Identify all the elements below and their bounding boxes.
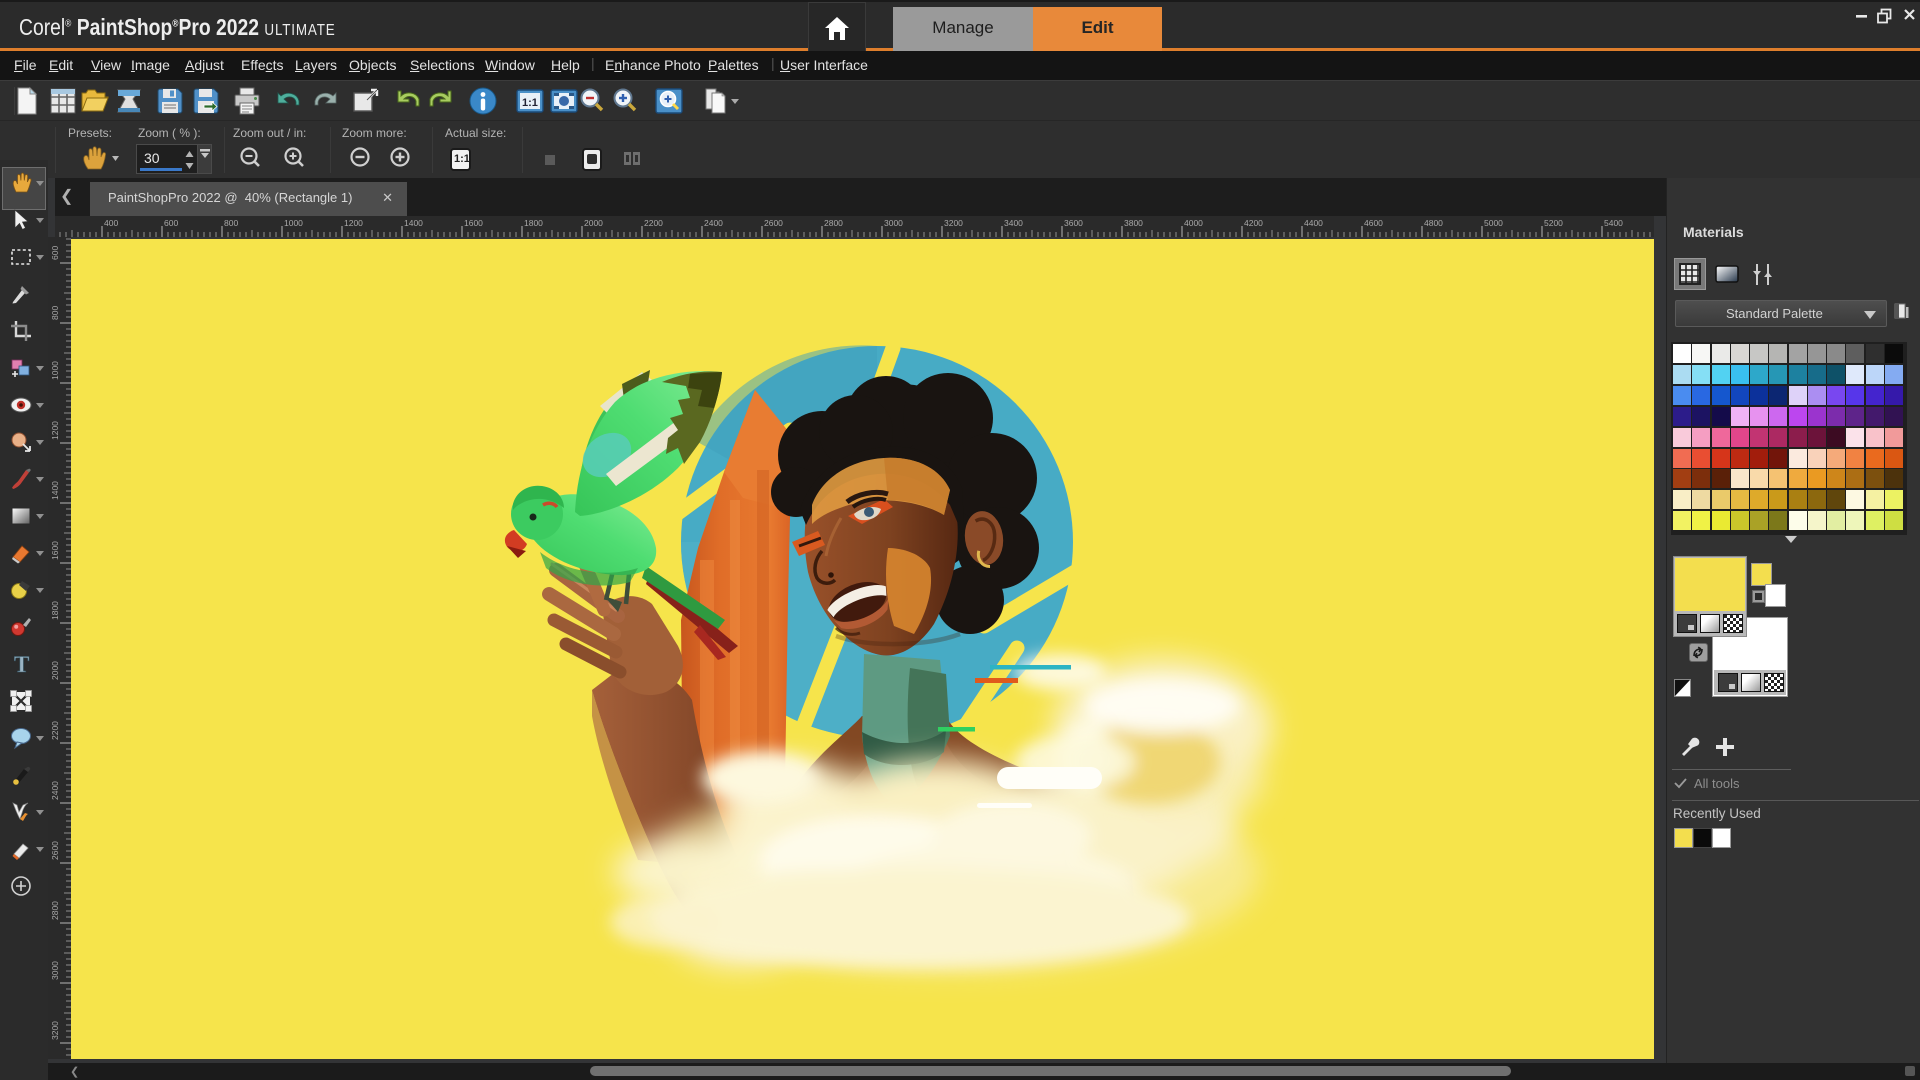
svg-text:2000: 2000: [584, 218, 603, 228]
svg-text:4200: 4200: [1244, 218, 1263, 228]
svg-text:1800: 1800: [50, 601, 60, 620]
svg-text:2800: 2800: [50, 901, 60, 920]
svg-text:3400: 3400: [1004, 218, 1023, 228]
svg-text:600: 600: [164, 218, 178, 228]
svg-text:800: 800: [50, 306, 60, 320]
svg-text:2000: 2000: [50, 661, 60, 680]
svg-text:2200: 2200: [50, 721, 60, 740]
svg-text:4000: 4000: [1184, 218, 1203, 228]
svg-text:2800: 2800: [824, 218, 843, 228]
svg-text:3200: 3200: [944, 218, 963, 228]
svg-text:3000: 3000: [884, 218, 903, 228]
svg-text:1000: 1000: [50, 361, 60, 380]
svg-text:1200: 1200: [50, 421, 60, 440]
svg-text:5000: 5000: [1484, 218, 1503, 228]
svg-text:1600: 1600: [464, 218, 483, 228]
svg-text:1000: 1000: [284, 218, 303, 228]
svg-text:5400: 5400: [1604, 218, 1623, 228]
svg-text:3800: 3800: [1124, 218, 1143, 228]
svg-text:2200: 2200: [644, 218, 663, 228]
svg-text:2400: 2400: [704, 218, 723, 228]
svg-text:3000: 3000: [50, 961, 60, 980]
svg-text:2400: 2400: [50, 781, 60, 800]
svg-text:5200: 5200: [1544, 218, 1563, 228]
svg-text:1:1: 1:1: [522, 97, 538, 109]
svg-text:800: 800: [224, 218, 238, 228]
svg-text:2600: 2600: [50, 841, 60, 860]
svg-text:1200: 1200: [344, 218, 363, 228]
svg-text:T: T: [14, 652, 29, 676]
svg-text:1400: 1400: [50, 481, 60, 500]
svg-text:400: 400: [104, 218, 118, 228]
svg-text:1400: 1400: [404, 218, 423, 228]
svg-text:600: 600: [50, 246, 60, 260]
svg-text:1800: 1800: [524, 218, 543, 228]
svg-text:4800: 4800: [1424, 218, 1443, 228]
svg-text:3600: 3600: [1064, 218, 1083, 228]
svg-text:4600: 4600: [1364, 218, 1383, 228]
svg-text:3200: 3200: [50, 1021, 60, 1040]
svg-text:1600: 1600: [50, 541, 60, 560]
svg-text:2600: 2600: [764, 218, 783, 228]
svg-text:4400: 4400: [1304, 218, 1323, 228]
